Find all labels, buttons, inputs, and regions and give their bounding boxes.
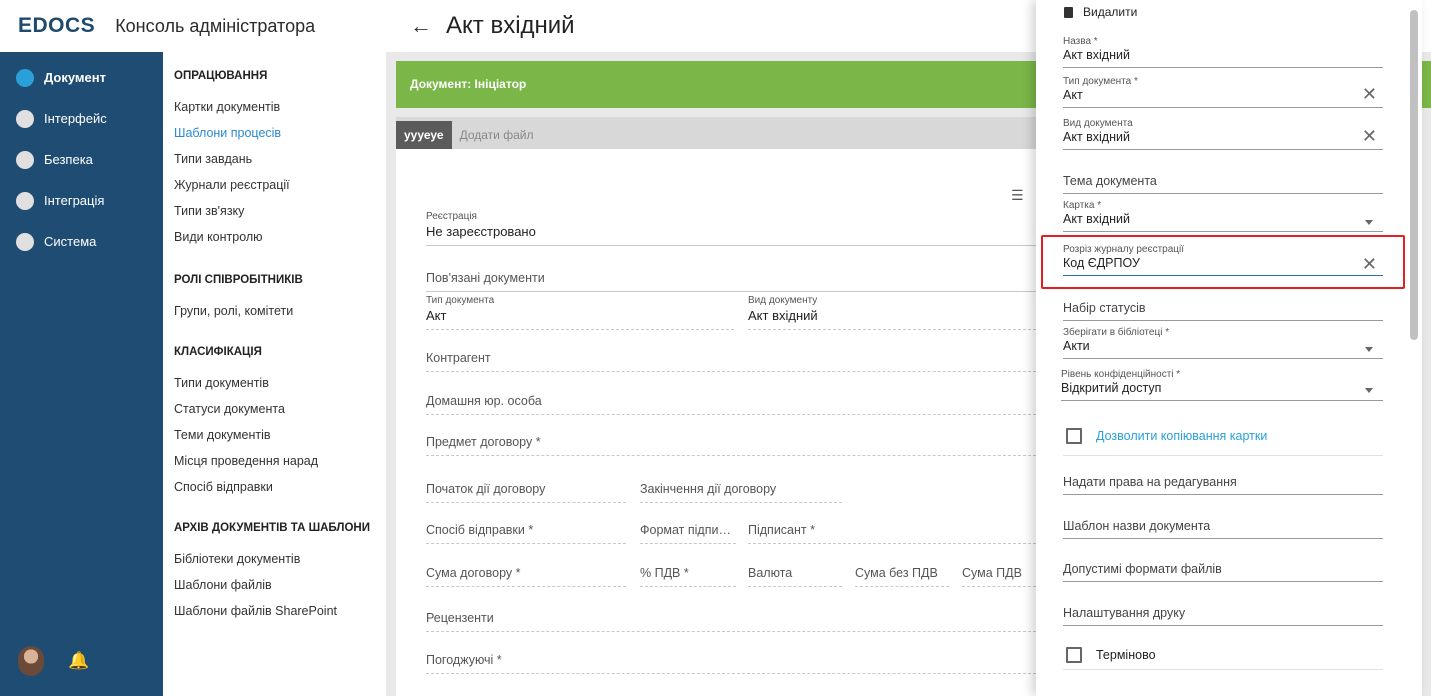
submenu-item[interactable]: Шаблони файлів SharePoint (174, 598, 386, 624)
start-date-field[interactable]: Початок дії договору (426, 482, 626, 503)
submenu-item[interactable]: Види контролю (174, 224, 386, 250)
submenu-item[interactable]: Типи завдань (174, 146, 386, 172)
card-select[interactable]: Картка * Акт вхідний (1063, 200, 1383, 232)
tab-bar: уууеуе Додати файл (396, 117, 1036, 149)
doc-type-select[interactable]: Тип документа * Акт ✕ (1063, 76, 1383, 108)
app-title: Консоль адміністратора (115, 15, 316, 36)
doc-kind-select[interactable]: Вид документа Акт вхідний ✕ (1063, 118, 1383, 150)
doc-kind-field[interactable]: Вид документу Акт вхідний (748, 295, 1036, 330)
submenu-item[interactable]: Типи документів (174, 370, 386, 396)
initiator-bar: Документ: Ініціатор (396, 61, 1036, 108)
nav-item-document[interactable]: Документ (0, 57, 163, 98)
submenu-item-active[interactable]: Шаблони процесів (174, 120, 386, 146)
bell-icon[interactable]: 🔔 (68, 651, 89, 671)
nav-dot-icon (16, 109, 34, 128)
sum-vat-field[interactable]: Сума ПДВ (962, 566, 1036, 587)
submenu-item[interactable]: Місця проведення нарад (174, 448, 386, 474)
submenu-item[interactable]: Статуси документа (174, 396, 386, 422)
main-content: Документ: Ініціатор уууеуе Додати файл ☰… (386, 52, 1036, 696)
confidentiality-select[interactable]: Рівень конфіденційності * Відкритий дост… (1061, 369, 1383, 401)
edge-strip (1422, 52, 1431, 696)
urgent-checkbox[interactable]: Терміново (1066, 647, 1156, 663)
divider (1063, 664, 1383, 670)
submenu-item[interactable]: Картки документів (174, 94, 386, 120)
registration-field[interactable]: Реєстрація Не зареєстровано (426, 211, 1036, 246)
sum-no-vat-field[interactable]: Сума без ПДВ (855, 566, 949, 587)
name-template-field[interactable]: Шаблон назви документа (1063, 519, 1383, 539)
signer-field[interactable]: Підписант * (748, 523, 1036, 544)
home-entity-field[interactable]: Домашня юр. особа (426, 394, 1036, 415)
dropdown-caret-icon[interactable] (1365, 388, 1373, 393)
page-header: ← Акт вхідний (386, 0, 1036, 52)
edge-strip (1422, 0, 1431, 52)
submenu-item[interactable]: Типи зв'язку (174, 198, 386, 224)
submenu-item[interactable]: Бібліотеки документів (174, 546, 386, 572)
approvers-field[interactable]: Погоджуючі * (426, 653, 1036, 674)
status-set-field[interactable]: Набір статусів (1063, 301, 1383, 321)
edocs-logo[interactable]: EDOCS (18, 14, 95, 38)
trash-icon (1064, 6, 1073, 18)
nav-dot-icon (16, 150, 34, 169)
form-card: ☰ Реєстрація Не зареєстровано Пов'язані … (396, 149, 1036, 696)
amount-field[interactable]: Сума договору * (426, 566, 626, 587)
submenu-heading: КЛАСИФІКАЦІЯ (174, 346, 262, 358)
submenu-heading: РОЛІ СПІВРОБІТНИКІВ (174, 274, 303, 286)
nav-item-integration[interactable]: Інтеграція (0, 180, 163, 221)
divider (1063, 450, 1383, 456)
allow-copy-checkbox[interactable]: Дозволити копіювання картки (1066, 428, 1267, 444)
name-field[interactable]: Назва * Акт вхідний (1063, 36, 1383, 68)
submenu-item[interactable]: Групи, ролі, комітети (174, 298, 386, 324)
app-header: EDOCS Консоль адміністратора (0, 0, 386, 52)
sign-format-field[interactable]: Формат підпи… (640, 523, 736, 544)
highlight-box (1041, 235, 1405, 289)
end-date-field[interactable]: Закінчення дії договору (640, 482, 842, 503)
back-arrow-icon[interactable]: ← (410, 13, 432, 39)
library-select[interactable]: Зберігати в бібліотеці * Акти (1063, 327, 1383, 359)
checkbox-icon[interactable] (1066, 428, 1082, 444)
currency-field[interactable]: Валюта (748, 566, 842, 587)
nav-item-security[interactable]: Безпека (0, 139, 163, 180)
resize-icon[interactable]: ☰ (1011, 187, 1024, 204)
checkbox-icon[interactable] (1066, 647, 1082, 663)
clear-icon[interactable]: ✕ (1362, 84, 1377, 105)
submenu-item[interactable]: Шаблони файлів (174, 572, 386, 598)
submenu-item[interactable]: Журнали реєстрації (174, 172, 386, 198)
edge-green (1422, 61, 1431, 108)
nav-item-system[interactable]: Система (0, 221, 163, 262)
panel-scrollbar[interactable] (1410, 10, 1418, 340)
clear-icon[interactable]: ✕ (1362, 126, 1377, 147)
avatar[interactable] (18, 646, 44, 676)
submenu-heading: АРХІВ ДОКУМЕНТІВ ТА ШАБЛОНИ (174, 522, 370, 534)
submenu-heading: ОПРАЦЮВАННЯ (174, 70, 268, 82)
send-method-field[interactable]: Спосіб відправки * (426, 523, 626, 544)
linked-docs-field[interactable]: Пов'язані документи (426, 271, 1036, 292)
tab-active[interactable]: уууеуе (396, 121, 452, 149)
nav-dot-icon (16, 191, 34, 210)
submenu-item[interactable]: Теми документів (174, 422, 386, 448)
edit-rights-field[interactable]: Надати права на редагування (1063, 475, 1383, 495)
doc-type-field[interactable]: Тип документа Акт (426, 295, 734, 330)
print-settings-field[interactable]: Налаштування друку (1063, 606, 1383, 626)
dropdown-caret-icon[interactable] (1365, 220, 1373, 225)
submenu: ОПРАЦЮВАННЯ Картки документів Шаблони пр… (163, 52, 386, 696)
nav-item-interface[interactable]: Інтерфейс (0, 98, 163, 139)
nav-dot-icon (16, 68, 34, 87)
topic-field[interactable]: Тема документа (1063, 174, 1383, 194)
properties-panel: Видалити Назва * Акт вхідний Тип докумен… (1036, 0, 1422, 696)
vat-pct-field[interactable]: % ПДВ * (640, 566, 736, 587)
dropdown-caret-icon[interactable] (1365, 347, 1373, 352)
file-formats-field[interactable]: Допустимі формати файлів (1063, 562, 1383, 582)
subject-field[interactable]: Предмет договору * (426, 435, 1036, 456)
counterparty-field[interactable]: Контрагент (426, 351, 1036, 372)
nav-dot-icon (16, 232, 34, 251)
page-title: Акт вхідний (446, 12, 575, 39)
tab-add-file[interactable]: Додати файл (452, 121, 542, 149)
reviewers-field[interactable]: Рецензенти (426, 611, 1036, 632)
delete-button[interactable]: Видалити (1064, 5, 1137, 19)
submenu-item[interactable]: Спосіб відправки (174, 474, 386, 500)
left-nav: Документ Інтерфейс Безпека Інтеграція Си… (0, 52, 163, 696)
